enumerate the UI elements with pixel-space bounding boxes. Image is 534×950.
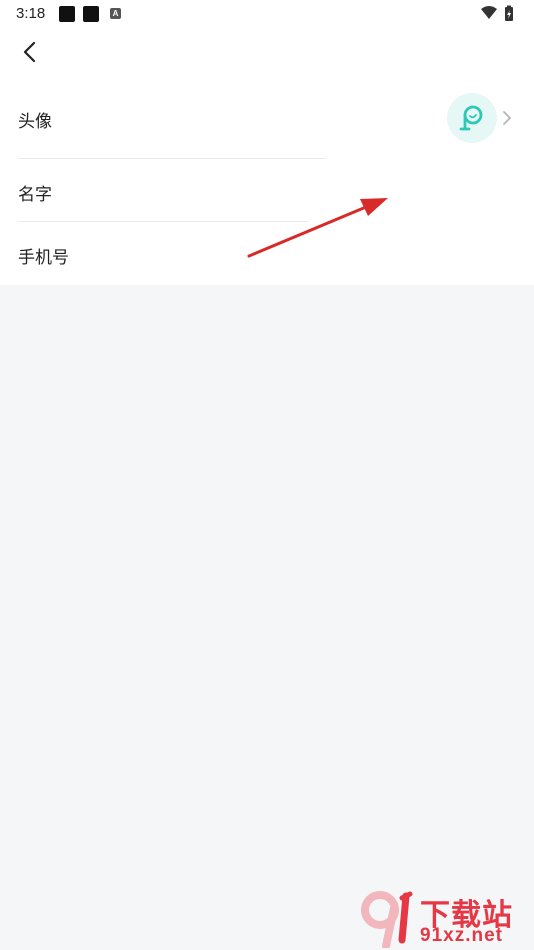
annotation-arrow xyxy=(247,198,388,258)
watermark-text-en: 91xz.net xyxy=(420,925,503,946)
watermark-logo xyxy=(361,891,413,948)
watermark: 下载站 91xz.net xyxy=(358,890,530,948)
